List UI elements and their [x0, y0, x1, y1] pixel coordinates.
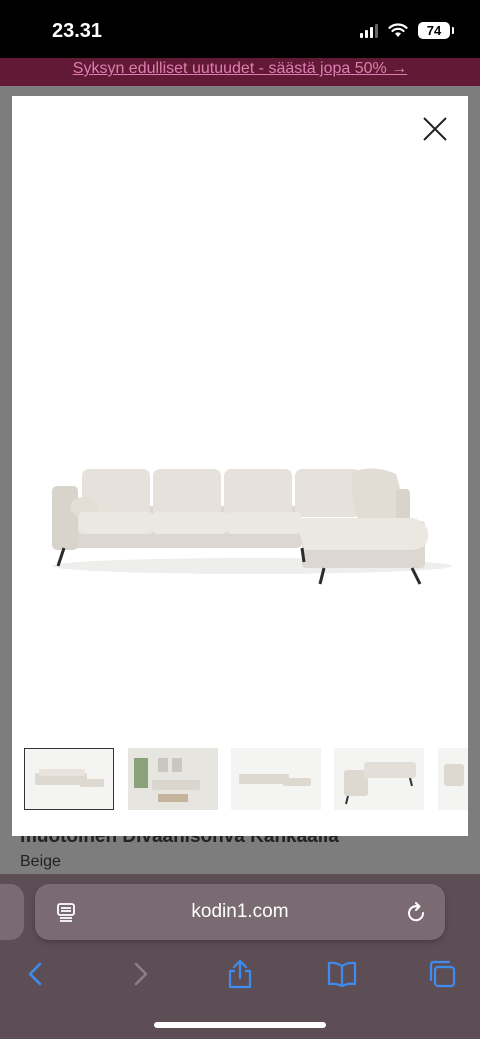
- promo-banner: Syksyn edulliset uutuudet - säästä jopa …: [0, 58, 480, 86]
- thumbnail-5[interactable]: [438, 748, 468, 810]
- back-icon: [28, 962, 42, 986]
- share-button[interactable]: [220, 954, 260, 994]
- forward-icon: [134, 962, 148, 986]
- battery-icon: 74: [418, 22, 454, 39]
- browser-toolbar: [0, 954, 480, 994]
- status-bar: 23.31 74: [0, 0, 480, 58]
- close-icon: [423, 117, 447, 141]
- address-bar[interactable]: kodin1.com: [35, 884, 445, 940]
- tabs-button[interactable]: [422, 954, 462, 994]
- reload-icon[interactable]: [405, 900, 427, 924]
- thumbnail-3[interactable]: [231, 748, 321, 810]
- thumbnail-strip: [24, 748, 468, 810]
- wifi-icon: [388, 23, 408, 37]
- thumbnail-1[interactable]: [24, 748, 114, 810]
- product-color: Beige: [20, 853, 61, 870]
- signal-icon: [360, 23, 378, 38]
- image-gallery-modal: [12, 96, 468, 836]
- thumbnail-2[interactable]: [128, 748, 218, 810]
- home-indicator: [154, 1022, 326, 1028]
- status-indicators: 74: [360, 22, 454, 39]
- forward-button[interactable]: [120, 954, 160, 994]
- bookmarks-icon: [327, 961, 357, 988]
- bookmarks-button[interactable]: [322, 954, 362, 994]
- product-main-image: [52, 468, 452, 585]
- previous-tab-stub[interactable]: [0, 884, 24, 940]
- back-button[interactable]: [16, 954, 56, 994]
- browser-bottom-bar: kodin1.com: [0, 874, 480, 1039]
- close-button[interactable]: [420, 114, 450, 144]
- status-time: 23.31: [52, 20, 103, 42]
- promo-link[interactable]: Syksyn edulliset uutuudet - säästä jopa …: [73, 60, 407, 77]
- thumbnail-4[interactable]: [334, 748, 424, 810]
- tabs-icon: [429, 960, 456, 988]
- share-icon: [228, 959, 252, 989]
- url-text: kodin1.com: [191, 901, 289, 922]
